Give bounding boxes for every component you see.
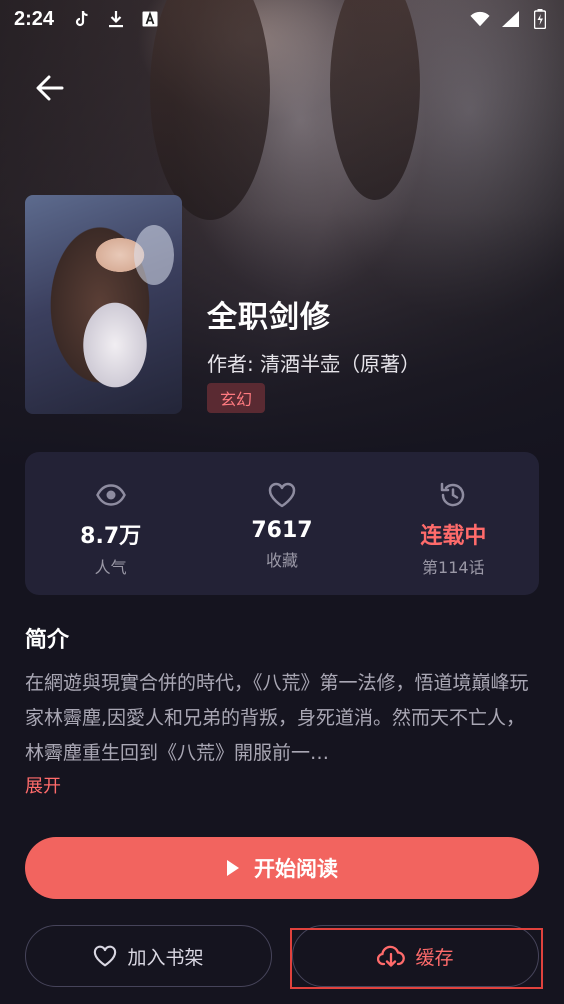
synopsis-title: 简介 xyxy=(25,628,70,653)
heart-icon xyxy=(94,945,117,967)
book-title: 全职剑修 xyxy=(207,300,331,335)
start-reading-label: 开始阅读 xyxy=(254,857,338,881)
stat-label: 第114话 xyxy=(422,558,485,577)
wifi-icon xyxy=(470,9,490,29)
stat-value: 7617 xyxy=(251,518,313,543)
cloud-download-icon xyxy=(377,945,406,967)
stat-popularity: 8.7万 人气 xyxy=(25,452,196,595)
stat-value: 连载中 xyxy=(420,524,487,549)
play-icon xyxy=(227,860,239,876)
stats-card: 8.7万 人气 7617 收藏 连载中 第114话 xyxy=(25,452,539,595)
expand-link[interactable]: 展开 xyxy=(25,772,61,798)
add-to-shelf-label: 加入书架 xyxy=(127,946,204,969)
battery-charging-icon xyxy=(530,9,550,29)
eye-icon xyxy=(95,480,126,510)
cache-label: 缓存 xyxy=(415,946,454,969)
add-to-shelf-button[interactable]: 加入书架 xyxy=(25,925,272,987)
download-icon xyxy=(106,9,126,29)
heart-icon xyxy=(267,480,297,510)
cache-button[interactable]: 缓存 xyxy=(292,925,539,987)
book-cover xyxy=(25,195,182,414)
history-icon xyxy=(438,480,468,510)
synopsis-text: 在網遊與現實合併的時代，《八荒》第一法修，悟道境巔峰玩家林霽塵,因愛人和兄弟的背… xyxy=(25,672,529,764)
start-reading-button[interactable]: 开始阅读 xyxy=(25,837,539,899)
book-author: 作者: 清酒半壶（原著） xyxy=(207,352,421,376)
back-button[interactable] xyxy=(28,66,72,110)
status-time: 2:24 xyxy=(14,7,55,30)
stat-label: 收藏 xyxy=(265,551,298,570)
tiktok-icon xyxy=(72,9,92,29)
signal-icon xyxy=(500,9,520,29)
stat-status: 连载中 第114话 xyxy=(368,452,539,595)
genre-tag[interactable]: 玄幻 xyxy=(207,383,266,413)
a-icon xyxy=(140,9,160,29)
stat-label: 人气 xyxy=(94,558,127,577)
arrow-left-icon xyxy=(36,75,64,101)
stat-favorites: 7617 收藏 xyxy=(196,452,367,595)
stat-value: 8.7万 xyxy=(80,524,142,549)
status-bar: 2:24 xyxy=(0,0,564,38)
